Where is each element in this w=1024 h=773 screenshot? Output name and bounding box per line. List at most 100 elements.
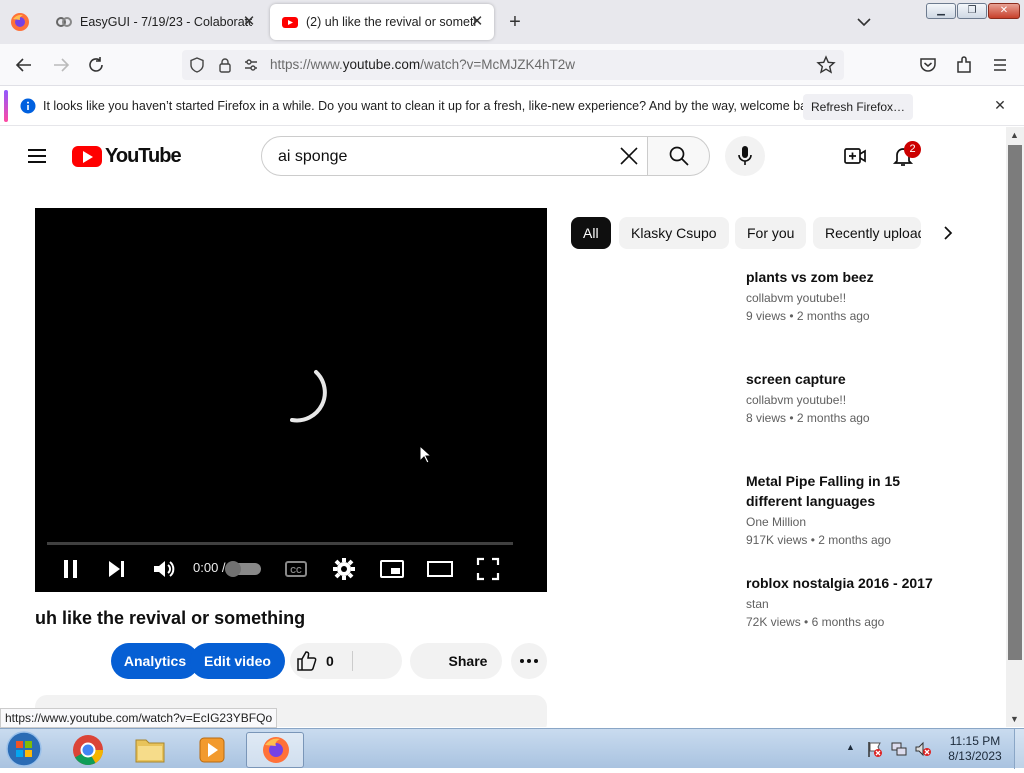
close-notification-icon[interactable]: ✕ bbox=[991, 96, 1009, 114]
clock-date: 8/13/2023 bbox=[948, 749, 1002, 763]
pocket-icon[interactable] bbox=[917, 54, 939, 76]
lock-icon[interactable] bbox=[216, 56, 234, 74]
notification-message: It looks like you haven’t started Firefo… bbox=[43, 99, 824, 113]
show-desktop-button[interactable] bbox=[1014, 729, 1024, 769]
close-tab-icon[interactable]: ✕ bbox=[468, 13, 486, 31]
search-button[interactable] bbox=[647, 136, 710, 176]
firefox-taskbar-icon[interactable] bbox=[246, 732, 304, 768]
rec-meta: 917K views • 2 months ago bbox=[746, 533, 891, 547]
page-scrollbar[interactable]: ▲ ▼ bbox=[1006, 127, 1024, 727]
new-tab-icon[interactable]: + bbox=[504, 11, 526, 33]
rec-channel: collabvm youtube!! bbox=[746, 393, 847, 407]
scrollbar-thumb[interactable] bbox=[1008, 145, 1022, 660]
clear-search-icon[interactable] bbox=[618, 145, 640, 167]
info-icon bbox=[20, 98, 36, 114]
miniplayer-icon[interactable] bbox=[379, 556, 405, 582]
scroll-up-icon[interactable]: ▲ bbox=[1010, 130, 1019, 140]
rec-title: Metal Pipe Falling in 15 different langu… bbox=[746, 473, 901, 509]
edit-video-button[interactable]: Edit video bbox=[190, 643, 285, 679]
voice-search-button[interactable] bbox=[725, 136, 765, 176]
start-button[interactable] bbox=[4, 730, 44, 768]
autoplay-toggle[interactable] bbox=[225, 561, 261, 577]
hamburger-menu-icon[interactable] bbox=[989, 54, 1011, 76]
thumbs-up-icon bbox=[297, 651, 317, 671]
tab-youtube[interactable]: (2) uh like the revival or something - Y… bbox=[270, 4, 494, 40]
rec-meta: 72K views • 6 months ago bbox=[746, 615, 885, 629]
chip-for-you[interactable]: For you bbox=[735, 217, 807, 249]
create-video-icon[interactable] bbox=[843, 144, 867, 168]
like-count: 0 bbox=[326, 653, 334, 669]
pause-icon[interactable] bbox=[58, 556, 84, 582]
close-tab-icon[interactable]: ✕ bbox=[240, 13, 258, 31]
settings-gear-icon[interactable] bbox=[331, 556, 357, 582]
guide-menu-icon[interactable] bbox=[26, 145, 48, 167]
rec-age: 2 months ago bbox=[796, 411, 870, 425]
rec-channel: One Million bbox=[746, 515, 807, 529]
youtube-logo[interactable]: YouTube bbox=[72, 145, 182, 168]
extensions-icon[interactable] bbox=[953, 54, 975, 76]
volume-muted-icon[interactable] bbox=[914, 740, 932, 758]
video-title: uh like the revival or something bbox=[35, 608, 306, 628]
forward-icon[interactable] bbox=[50, 54, 72, 76]
progress-bar[interactable] bbox=[47, 542, 513, 545]
action-center-flag-icon[interactable] bbox=[866, 740, 884, 758]
show-hidden-icons[interactable]: ▲ bbox=[846, 742, 855, 752]
firefox-menu-icon[interactable] bbox=[10, 12, 30, 32]
youtube-logo-text: YouTube bbox=[105, 145, 182, 167]
tab-colaboratory[interactable]: EasyGUI - 7/19/23 - Colaboratory ✕ bbox=[44, 4, 266, 40]
video-player[interactable]: 0:00 / CC bbox=[35, 208, 547, 592]
rec-views: 9 views bbox=[746, 309, 787, 323]
rec-title: roblox nostalgia 2016 - 2017 bbox=[746, 575, 933, 591]
chip-klasky-csupo[interactable]: Klasky Csupo bbox=[619, 217, 729, 249]
like-divider bbox=[352, 651, 353, 671]
refresh-firefox-button[interactable]: Refresh Firefox… bbox=[803, 94, 913, 120]
restore-button[interactable]: ❐ bbox=[957, 3, 987, 19]
like-button[interactable]: 0 bbox=[290, 643, 402, 679]
chip-all[interactable]: All bbox=[571, 217, 611, 249]
subtitles-icon[interactable]: CC bbox=[283, 556, 309, 582]
rec-channel: collabvm youtube!! bbox=[746, 291, 847, 305]
reload-icon[interactable] bbox=[85, 54, 107, 76]
rec-channel: stan bbox=[746, 597, 769, 611]
next-video-icon[interactable] bbox=[104, 556, 130, 582]
recommendation-item[interactable]: Metal Pipe Falling in 15 different langu… bbox=[746, 471, 946, 547]
tracking-protection-icon[interactable] bbox=[188, 56, 206, 74]
recommendation-item[interactable]: roblox nostalgia 2016 - 2017 stan 72K vi… bbox=[746, 573, 966, 629]
share-label: Share bbox=[448, 653, 488, 669]
media-player-taskbar-icon[interactable] bbox=[186, 732, 238, 768]
minimize-button[interactable]: ▁ bbox=[926, 3, 956, 19]
back-icon[interactable] bbox=[13, 54, 35, 76]
scroll-down-icon[interactable]: ▼ bbox=[1010, 714, 1019, 724]
url-bar[interactable]: https://www.youtube.com/watch?v=McMJZK4h… bbox=[182, 50, 844, 80]
volume-icon[interactable] bbox=[151, 556, 177, 582]
permissions-icon[interactable] bbox=[242, 56, 260, 74]
recommendation-item[interactable]: screen capture collabvm youtube!! 8 view… bbox=[746, 369, 966, 425]
more-horizontal-icon bbox=[520, 659, 538, 663]
system-clock[interactable]: 11:15 PM 8/13/2023 bbox=[940, 734, 1010, 764]
bookmark-star-icon[interactable] bbox=[816, 55, 836, 75]
url-text[interactable]: https://www.youtube.com/watch?v=McMJZK4h… bbox=[270, 57, 575, 72]
fullscreen-icon[interactable] bbox=[475, 556, 501, 582]
chip-recently-uploaded[interactable]: Recently uploaded bbox=[813, 217, 921, 249]
rec-title: plants vs zom beez bbox=[746, 269, 874, 285]
chevron-right-icon[interactable] bbox=[937, 223, 957, 243]
more-actions-button[interactable] bbox=[511, 643, 547, 679]
colab-icon bbox=[56, 14, 72, 30]
share-button[interactable]: Share bbox=[410, 643, 502, 679]
navigation-toolbar: https://www.youtube.com/watch?v=McMJZK4h… bbox=[0, 44, 1024, 86]
time-display: 0:00 / bbox=[193, 560, 226, 575]
windows-taskbar: ▲ 11:15 PM 8/13/2023 bbox=[0, 728, 1024, 769]
theater-mode-icon[interactable] bbox=[427, 556, 453, 582]
chrome-taskbar-icon[interactable] bbox=[62, 732, 114, 768]
file-explorer-taskbar-icon[interactable] bbox=[124, 732, 176, 768]
recommendation-item[interactable]: plants vs zom beez collabvm youtube!! 9 … bbox=[746, 267, 966, 323]
notification-accent bbox=[4, 90, 8, 122]
search-icon bbox=[669, 146, 689, 166]
search-input[interactable]: ai sponge bbox=[261, 136, 648, 176]
clock-time: 11:15 PM bbox=[949, 734, 1001, 748]
analytics-button[interactable]: Analytics bbox=[111, 643, 199, 679]
list-tabs-icon[interactable] bbox=[854, 12, 874, 32]
close-window-button[interactable]: ✕ bbox=[988, 3, 1020, 19]
rec-views: 72K views bbox=[746, 615, 801, 629]
network-icon[interactable] bbox=[890, 740, 908, 758]
